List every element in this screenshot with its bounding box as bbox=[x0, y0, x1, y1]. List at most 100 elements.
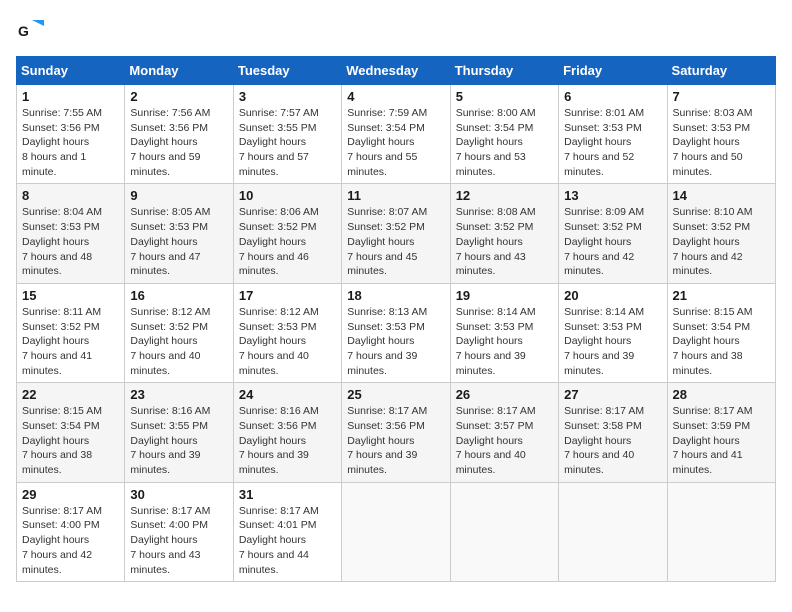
day-number: 1 bbox=[22, 89, 119, 104]
day-info: Sunrise: 8:10 AM Sunset: 3:52 PM Dayligh… bbox=[673, 205, 770, 278]
day-info: Sunrise: 8:17 AM Sunset: 4:00 PM Dayligh… bbox=[22, 504, 119, 577]
day-number: 5 bbox=[456, 89, 553, 104]
day-number: 28 bbox=[673, 387, 770, 402]
day-number: 14 bbox=[673, 188, 770, 203]
table-row: 9 Sunrise: 8:05 AM Sunset: 3:53 PM Dayli… bbox=[125, 184, 233, 283]
day-number: 30 bbox=[130, 487, 227, 502]
table-row: 28 Sunrise: 8:17 AM Sunset: 3:59 PM Dayl… bbox=[667, 383, 775, 482]
day-number: 24 bbox=[239, 387, 336, 402]
day-number: 16 bbox=[130, 288, 227, 303]
day-number: 3 bbox=[239, 89, 336, 104]
day-number: 19 bbox=[456, 288, 553, 303]
table-row: 17 Sunrise: 8:12 AM Sunset: 3:53 PM Dayl… bbox=[233, 283, 341, 382]
svg-text:G: G bbox=[18, 23, 29, 39]
day-info: Sunrise: 8:14 AM Sunset: 3:53 PM Dayligh… bbox=[564, 305, 661, 378]
day-header-monday: Monday bbox=[125, 57, 233, 85]
day-info: Sunrise: 8:15 AM Sunset: 3:54 PM Dayligh… bbox=[673, 305, 770, 378]
logo-icon: G bbox=[16, 16, 44, 44]
day-info: Sunrise: 7:56 AM Sunset: 3:56 PM Dayligh… bbox=[130, 106, 227, 179]
day-number: 26 bbox=[456, 387, 553, 402]
table-row: 20 Sunrise: 8:14 AM Sunset: 3:53 PM Dayl… bbox=[559, 283, 667, 382]
day-info: Sunrise: 7:59 AM Sunset: 3:54 PM Dayligh… bbox=[347, 106, 444, 179]
day-info: Sunrise: 8:17 AM Sunset: 3:58 PM Dayligh… bbox=[564, 404, 661, 477]
day-info: Sunrise: 8:17 AM Sunset: 4:01 PM Dayligh… bbox=[239, 504, 336, 577]
day-number: 7 bbox=[673, 89, 770, 104]
table-row: 6 Sunrise: 8:01 AM Sunset: 3:53 PM Dayli… bbox=[559, 85, 667, 184]
table-row: 13 Sunrise: 8:09 AM Sunset: 3:52 PM Dayl… bbox=[559, 184, 667, 283]
day-header-wednesday: Wednesday bbox=[342, 57, 450, 85]
day-info: Sunrise: 8:16 AM Sunset: 3:55 PM Dayligh… bbox=[130, 404, 227, 477]
day-number: 20 bbox=[564, 288, 661, 303]
day-number: 29 bbox=[22, 487, 119, 502]
day-info: Sunrise: 8:14 AM Sunset: 3:53 PM Dayligh… bbox=[456, 305, 553, 378]
page-header: G bbox=[16, 16, 776, 44]
day-number: 18 bbox=[347, 288, 444, 303]
table-row bbox=[342, 482, 450, 581]
day-info: Sunrise: 8:00 AM Sunset: 3:54 PM Dayligh… bbox=[456, 106, 553, 179]
table-row: 18 Sunrise: 8:13 AM Sunset: 3:53 PM Dayl… bbox=[342, 283, 450, 382]
day-number: 11 bbox=[347, 188, 444, 203]
day-info: Sunrise: 7:57 AM Sunset: 3:55 PM Dayligh… bbox=[239, 106, 336, 179]
table-row: 29 Sunrise: 8:17 AM Sunset: 4:00 PM Dayl… bbox=[17, 482, 125, 581]
table-row: 5 Sunrise: 8:00 AM Sunset: 3:54 PM Dayli… bbox=[450, 85, 558, 184]
day-number: 6 bbox=[564, 89, 661, 104]
day-info: Sunrise: 8:04 AM Sunset: 3:53 PM Dayligh… bbox=[22, 205, 119, 278]
table-row: 15 Sunrise: 8:11 AM Sunset: 3:52 PM Dayl… bbox=[17, 283, 125, 382]
table-row: 24 Sunrise: 8:16 AM Sunset: 3:56 PM Dayl… bbox=[233, 383, 341, 482]
table-row: 25 Sunrise: 8:17 AM Sunset: 3:56 PM Dayl… bbox=[342, 383, 450, 482]
table-row: 4 Sunrise: 7:59 AM Sunset: 3:54 PM Dayli… bbox=[342, 85, 450, 184]
day-number: 27 bbox=[564, 387, 661, 402]
day-number: 22 bbox=[22, 387, 119, 402]
table-row: 7 Sunrise: 8:03 AM Sunset: 3:53 PM Dayli… bbox=[667, 85, 775, 184]
day-info: Sunrise: 7:55 AM Sunset: 3:56 PM Dayligh… bbox=[22, 106, 119, 179]
day-info: Sunrise: 8:05 AM Sunset: 3:53 PM Dayligh… bbox=[130, 205, 227, 278]
table-row: 2 Sunrise: 7:56 AM Sunset: 3:56 PM Dayli… bbox=[125, 85, 233, 184]
table-row: 3 Sunrise: 7:57 AM Sunset: 3:55 PM Dayli… bbox=[233, 85, 341, 184]
table-row bbox=[450, 482, 558, 581]
day-info: Sunrise: 8:17 AM Sunset: 3:56 PM Dayligh… bbox=[347, 404, 444, 477]
table-row: 31 Sunrise: 8:17 AM Sunset: 4:01 PM Dayl… bbox=[233, 482, 341, 581]
table-row: 21 Sunrise: 8:15 AM Sunset: 3:54 PM Dayl… bbox=[667, 283, 775, 382]
day-info: Sunrise: 8:12 AM Sunset: 3:53 PM Dayligh… bbox=[239, 305, 336, 378]
day-number: 15 bbox=[22, 288, 119, 303]
day-number: 23 bbox=[130, 387, 227, 402]
table-row: 12 Sunrise: 8:08 AM Sunset: 3:52 PM Dayl… bbox=[450, 184, 558, 283]
day-number: 10 bbox=[239, 188, 336, 203]
day-info: Sunrise: 8:16 AM Sunset: 3:56 PM Dayligh… bbox=[239, 404, 336, 477]
day-number: 31 bbox=[239, 487, 336, 502]
table-row: 8 Sunrise: 8:04 AM Sunset: 3:53 PM Dayli… bbox=[17, 184, 125, 283]
day-info: Sunrise: 8:17 AM Sunset: 3:57 PM Dayligh… bbox=[456, 404, 553, 477]
day-number: 25 bbox=[347, 387, 444, 402]
day-info: Sunrise: 8:07 AM Sunset: 3:52 PM Dayligh… bbox=[347, 205, 444, 278]
table-row: 23 Sunrise: 8:16 AM Sunset: 3:55 PM Dayl… bbox=[125, 383, 233, 482]
day-number: 2 bbox=[130, 89, 227, 104]
table-row: 14 Sunrise: 8:10 AM Sunset: 3:52 PM Dayl… bbox=[667, 184, 775, 283]
day-info: Sunrise: 8:09 AM Sunset: 3:52 PM Dayligh… bbox=[564, 205, 661, 278]
table-row: 27 Sunrise: 8:17 AM Sunset: 3:58 PM Dayl… bbox=[559, 383, 667, 482]
logo: G bbox=[16, 16, 48, 44]
day-info: Sunrise: 8:06 AM Sunset: 3:52 PM Dayligh… bbox=[239, 205, 336, 278]
day-info: Sunrise: 8:03 AM Sunset: 3:53 PM Dayligh… bbox=[673, 106, 770, 179]
table-row: 22 Sunrise: 8:15 AM Sunset: 3:54 PM Dayl… bbox=[17, 383, 125, 482]
day-number: 4 bbox=[347, 89, 444, 104]
day-number: 9 bbox=[130, 188, 227, 203]
day-info: Sunrise: 8:17 AM Sunset: 4:00 PM Dayligh… bbox=[130, 504, 227, 577]
day-info: Sunrise: 8:12 AM Sunset: 3:52 PM Dayligh… bbox=[130, 305, 227, 378]
day-number: 21 bbox=[673, 288, 770, 303]
day-header-sunday: Sunday bbox=[17, 57, 125, 85]
table-row bbox=[559, 482, 667, 581]
day-number: 12 bbox=[456, 188, 553, 203]
day-header-tuesday: Tuesday bbox=[233, 57, 341, 85]
day-info: Sunrise: 8:15 AM Sunset: 3:54 PM Dayligh… bbox=[22, 404, 119, 477]
table-row bbox=[667, 482, 775, 581]
day-number: 13 bbox=[564, 188, 661, 203]
day-info: Sunrise: 8:13 AM Sunset: 3:53 PM Dayligh… bbox=[347, 305, 444, 378]
day-header-friday: Friday bbox=[559, 57, 667, 85]
day-info: Sunrise: 8:08 AM Sunset: 3:52 PM Dayligh… bbox=[456, 205, 553, 278]
table-row: 1 Sunrise: 7:55 AM Sunset: 3:56 PM Dayli… bbox=[17, 85, 125, 184]
day-info: Sunrise: 8:11 AM Sunset: 3:52 PM Dayligh… bbox=[22, 305, 119, 378]
table-row: 16 Sunrise: 8:12 AM Sunset: 3:52 PM Dayl… bbox=[125, 283, 233, 382]
day-info: Sunrise: 8:01 AM Sunset: 3:53 PM Dayligh… bbox=[564, 106, 661, 179]
table-row: 10 Sunrise: 8:06 AM Sunset: 3:52 PM Dayl… bbox=[233, 184, 341, 283]
calendar-table: SundayMondayTuesdayWednesdayThursdayFrid… bbox=[16, 56, 776, 582]
